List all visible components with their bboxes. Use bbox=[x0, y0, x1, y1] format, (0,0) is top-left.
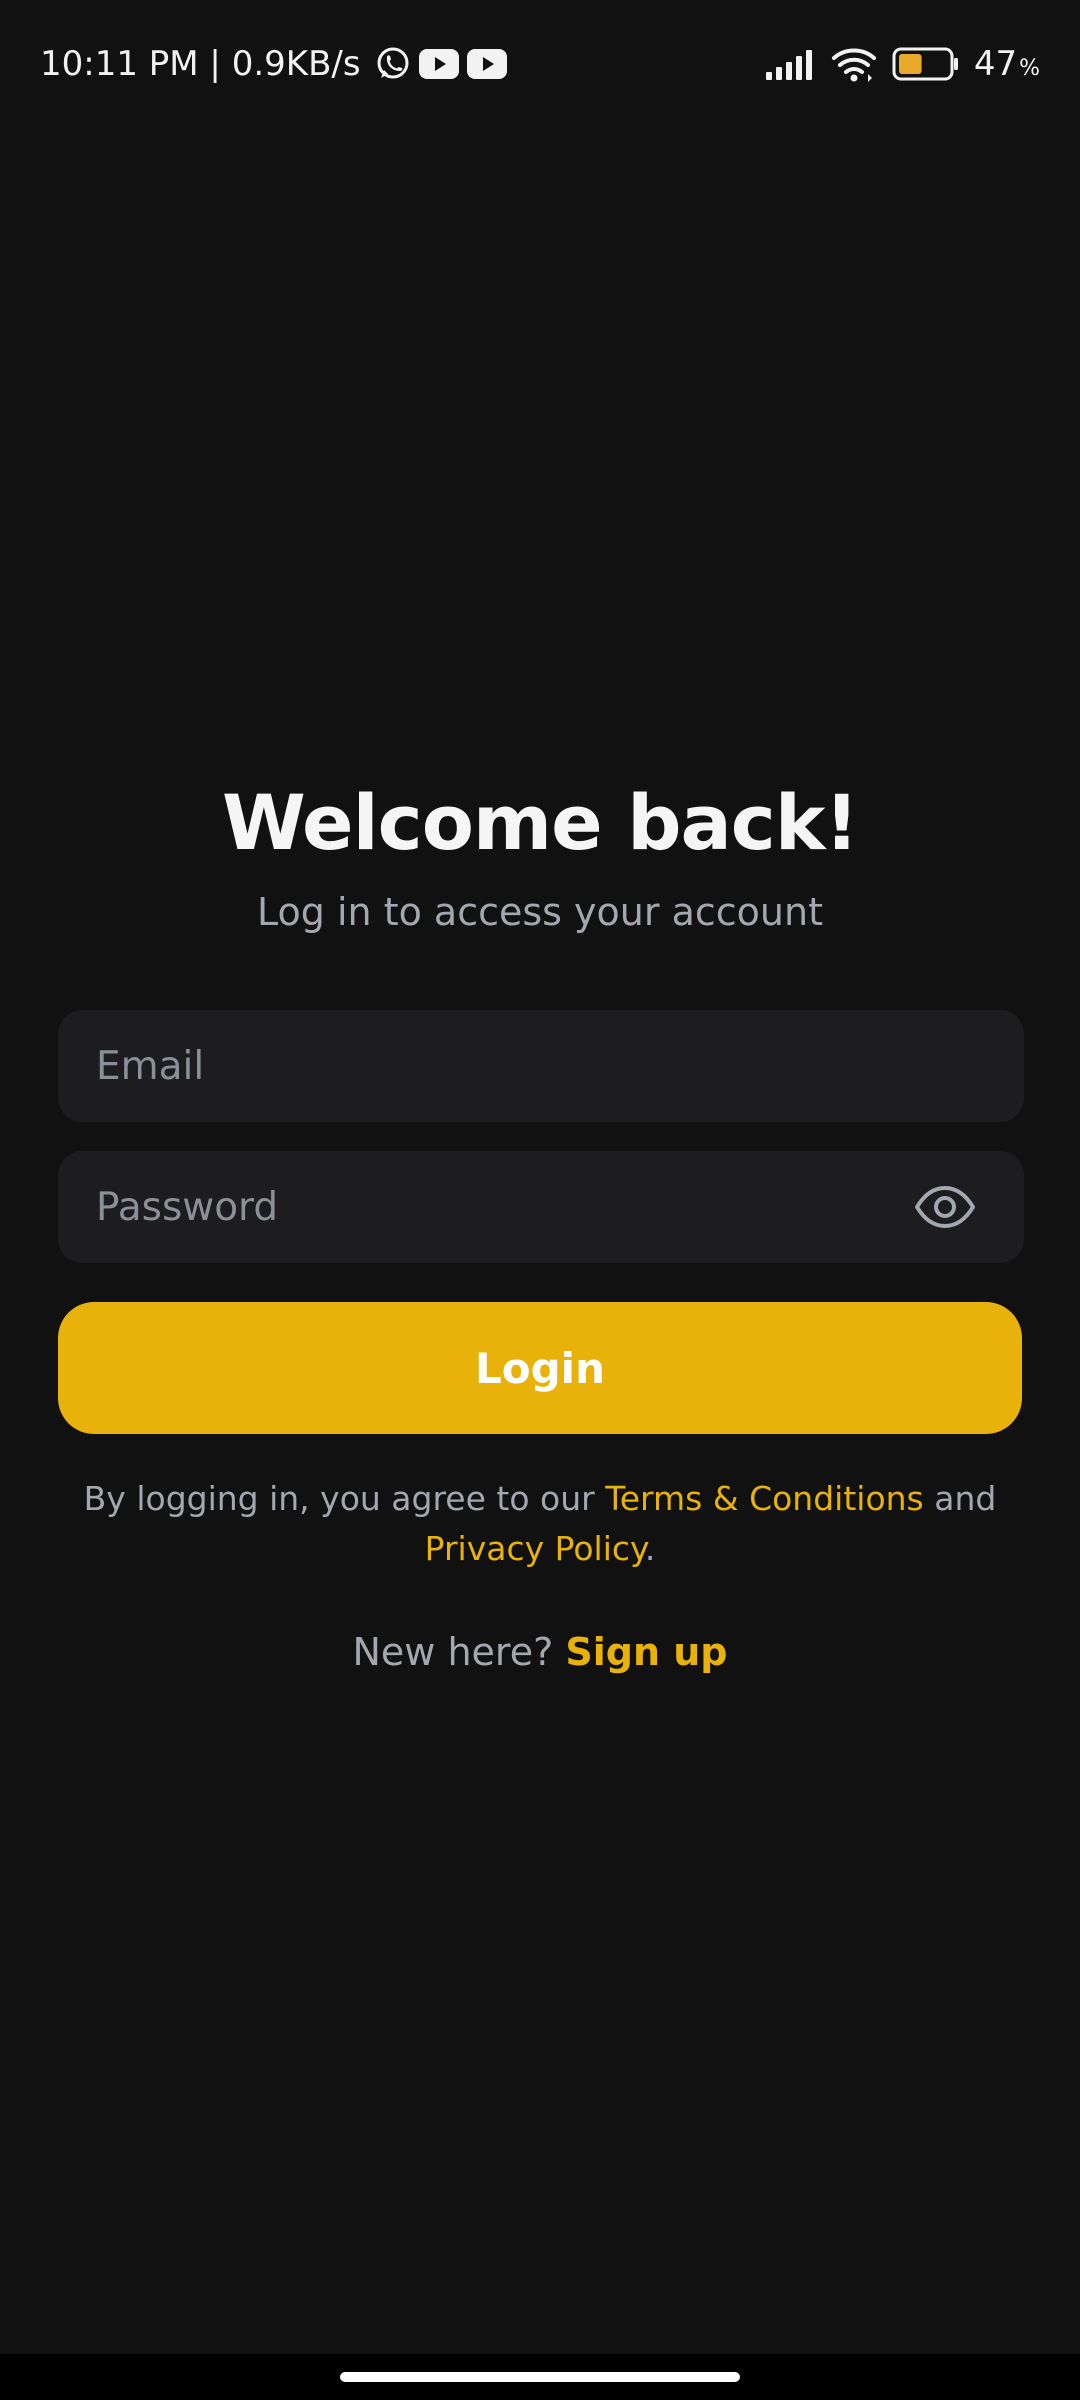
terms-conditions-link[interactable]: Terms & Conditions bbox=[605, 1479, 924, 1518]
youtube-icon bbox=[466, 49, 507, 79]
signal-icon bbox=[765, 48, 816, 80]
battery-percentage: 47% bbox=[974, 44, 1040, 84]
page-title: Welcome back! bbox=[221, 778, 859, 867]
page-subtitle: Log in to access your account bbox=[257, 890, 823, 934]
show-password-eye-icon[interactable] bbox=[914, 1185, 976, 1229]
status-bar: 10:11 PM | 0.9KB/s 47 % bbox=[0, 0, 1080, 128]
login-button[interactable]: Login bbox=[58, 1302, 1022, 1434]
home-indicator[interactable] bbox=[340, 2372, 740, 2382]
wifi-icon bbox=[830, 46, 878, 82]
terms-notice: By logging in, you agree to our Terms & … bbox=[60, 1474, 1020, 1574]
whatsapp-icon bbox=[375, 46, 411, 82]
youtube-icon bbox=[418, 49, 459, 79]
privacy-policy-link[interactable]: Privacy Policy bbox=[425, 1529, 645, 1568]
time-and-speed: 10:11 PM | 0.9KB/s bbox=[40, 44, 361, 84]
signup-prompt-text: New here? bbox=[352, 1630, 566, 1674]
email-field[interactable] bbox=[96, 1010, 916, 1122]
signup-prompt: New here? Sign up bbox=[0, 1630, 1080, 1674]
terms-suffix: . bbox=[644, 1529, 656, 1568]
terms-connector: and bbox=[923, 1479, 997, 1518]
battery-unit: % bbox=[1019, 56, 1040, 81]
password-field[interactable] bbox=[96, 1151, 916, 1263]
terms-prefix: By logging in, you agree to our bbox=[83, 1479, 606, 1518]
status-left: 10:11 PM | 0.9KB/s bbox=[40, 40, 507, 88]
email-field-container bbox=[58, 1010, 1024, 1122]
battery-value: 47 bbox=[973, 44, 1018, 84]
status-right: 47% bbox=[765, 40, 1040, 88]
password-field-container bbox=[58, 1151, 1024, 1263]
battery-icon bbox=[892, 47, 960, 81]
sign-up-link[interactable]: Sign up bbox=[565, 1630, 727, 1674]
